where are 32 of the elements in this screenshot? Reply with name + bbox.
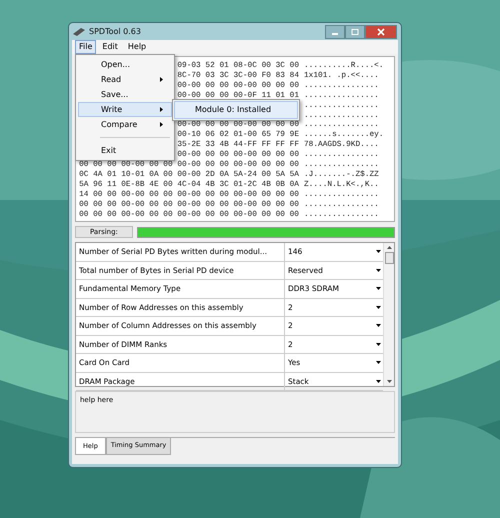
scrollbar-thumb[interactable] bbox=[384, 252, 394, 264]
submenu-arrow-icon bbox=[160, 107, 163, 112]
menu-item[interactable]: Write bbox=[78, 102, 172, 117]
minimize-button[interactable] bbox=[325, 24, 345, 38]
submenu-arrow-icon bbox=[160, 122, 163, 127]
scrollbar[interactable] bbox=[383, 243, 394, 386]
dropdown-arrow-icon bbox=[376, 250, 381, 254]
dropdown-arrow-icon bbox=[376, 287, 381, 290]
scroll-up-icon[interactable] bbox=[386, 246, 392, 249]
app-icon bbox=[73, 28, 85, 36]
close-icon bbox=[377, 28, 385, 36]
menu-item[interactable]: Help bbox=[124, 40, 150, 54]
maximize-icon bbox=[351, 28, 359, 34]
menu-item[interactable]: Compare bbox=[78, 117, 172, 132]
dropdown-arrow-icon bbox=[376, 361, 381, 364]
dropdown-arrow-icon bbox=[376, 306, 381, 309]
menu-item[interactable]: Read bbox=[78, 72, 172, 87]
close-button[interactable] bbox=[365, 24, 397, 38]
scroll-down-icon[interactable] bbox=[386, 380, 392, 383]
menu-item[interactable]: Module 0: Installed bbox=[174, 101, 298, 119]
menu-item[interactable]: Exit bbox=[78, 143, 172, 158]
menu-item[interactable]: Save... bbox=[78, 87, 172, 102]
dropdown-arrow-icon bbox=[376, 324, 381, 328]
dropdown-arrow-icon bbox=[376, 380, 381, 383]
maximize-button[interactable] bbox=[345, 24, 365, 38]
menu-item[interactable]: File bbox=[75, 40, 96, 54]
menu-item[interactable]: Open... bbox=[78, 57, 172, 72]
window-title: SPDTool 0.63 bbox=[89, 27, 141, 36]
dropdown-arrow-icon bbox=[376, 268, 381, 272]
submenu-arrow-icon bbox=[160, 77, 163, 82]
menu-item[interactable]: Edit bbox=[98, 40, 122, 54]
dropdown-arrow-icon bbox=[376, 342, 381, 346]
